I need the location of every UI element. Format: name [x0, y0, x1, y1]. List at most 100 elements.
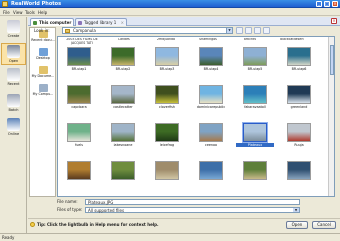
thumbnail-caption: lakesnoane: [113, 143, 133, 147]
thumbnail-caption: fuels: [75, 143, 83, 147]
photo-thumbnail: [243, 85, 267, 104]
place-computer[interactable]: My Compu...: [31, 84, 55, 100]
thumbnail-item[interactable]: greenland: [280, 85, 318, 124]
tab-bar: This computer Tagged library 1 × ×: [28, 17, 340, 26]
nav-batch[interactable]: Batch: [1, 93, 26, 115]
thumbnail-item[interactable]: Ruuja: [280, 123, 318, 162]
cancel-button[interactable]: Cancel: [312, 221, 336, 229]
photo-thumbnail: [67, 85, 91, 104]
nav-label: Batch: [8, 108, 19, 112]
photo-thumbnail: [199, 161, 223, 180]
file-type-label: Files of type:: [57, 207, 83, 212]
photo-thumbnail: [111, 123, 135, 142]
nav-recent[interactable]: Recent: [1, 67, 26, 89]
create-icon: [7, 20, 20, 33]
nav-online[interactable]: Online: [1, 117, 26, 139]
thumbnail-item[interactable]: leicefrog: [148, 123, 186, 162]
photo-thumbnail: [287, 161, 311, 180]
thumbnail-item[interactable]: BR-uiap2: [104, 47, 142, 86]
thumbnail-item[interactable]: BR-uiap5: [236, 47, 274, 86]
thumbnail-caption: greenland: [290, 105, 308, 109]
thumbnail-item[interactable]: [60, 161, 98, 196]
lightbulb-icon[interactable]: [30, 222, 35, 227]
folder-label[interactable]: Sflamingos: [188, 38, 228, 42]
thumbnail-caption: castlecatter: [113, 105, 133, 109]
up-folder-button[interactable]: [245, 27, 252, 34]
thumbnail-item[interactable]: [104, 161, 142, 196]
look-in-label: Look in:: [34, 28, 50, 33]
menu-bar: File View Tools Help: [0, 9, 340, 16]
folder-label[interactable]: blackcatdesert: [272, 38, 312, 42]
chevron-down-icon[interactable]: ▼: [226, 28, 232, 33]
thumbnail-item[interactable]: [148, 161, 186, 196]
place-documents[interactable]: My Docume...: [31, 66, 55, 82]
maximize-button[interactable]: □: [324, 1, 330, 7]
photo-thumbnail: [199, 85, 223, 104]
file-name-input[interactable]: Plateaux.JPG: [85, 199, 300, 205]
thumbnail-item[interactable]: dominicarepublic: [192, 85, 230, 124]
thumbnail-caption: fakaravaatoll: [244, 105, 266, 109]
thumbnail-item[interactable]: fuels: [60, 123, 98, 162]
thumbnail-item[interactable]: [236, 161, 274, 196]
photo-thumbnail: [287, 85, 311, 104]
folder-label[interactable]: 2003 DES FILMS DE JACQUES TATI: [62, 38, 102, 45]
globe-icon: [7, 118, 20, 131]
thumbnail-item[interactable]: fakaravaatoll: [236, 85, 274, 124]
nav-label: Open: [8, 59, 19, 63]
scrollbar-thumb[interactable]: [330, 45, 334, 75]
place-desktop[interactable]: Desktop: [31, 48, 55, 64]
title-bar: RealWorld Photos _ □ ×: [0, 0, 340, 8]
thumbnail-item[interactable]: Plateaux: [236, 122, 274, 162]
vertical-scrollbar[interactable]: [328, 37, 334, 196]
nav-create[interactable]: Create: [1, 19, 26, 41]
left-navigation: Create Open Recent Batch Online: [0, 17, 27, 233]
thumbnail-item[interactable]: ceenoo: [192, 123, 230, 162]
close-tab-icon[interactable]: ×: [121, 20, 124, 25]
thumbnail-item[interactable]: BR-uiap4: [192, 47, 230, 86]
thumbnail-item[interactable]: [280, 161, 318, 196]
thumbnail-item[interactable]: [192, 161, 230, 196]
folder-label[interactable]: 2mdjuanda: [146, 38, 186, 42]
thumbnail-item[interactable]: castlecatter: [104, 85, 142, 124]
status-text: Ready: [2, 235, 15, 240]
photo-thumbnail: [111, 161, 135, 180]
view-menu-button[interactable]: [263, 27, 270, 34]
back-button[interactable]: [236, 27, 243, 34]
menu-tools[interactable]: Tools: [25, 10, 35, 15]
file-type-dropdown[interactable]: All supported files ▼: [85, 207, 300, 213]
thumbnail-item[interactable]: capcbara: [60, 85, 98, 124]
chevron-down-icon[interactable]: ▼: [293, 208, 299, 212]
thumbnail-caption: BR-uiap3: [159, 67, 175, 71]
thumbnail-item[interactable]: BR-uiap3: [148, 47, 186, 86]
menu-file[interactable]: File: [3, 10, 10, 15]
folder-label[interactable]: Landes: [104, 38, 144, 42]
nav-open[interactable]: Open: [1, 43, 26, 65]
thumbnail-caption: BR-uiap4: [203, 67, 219, 71]
nav-label: Create: [7, 34, 20, 38]
thumbnail-item[interactable]: BR-uiap6: [280, 47, 318, 86]
thumbnail-item[interactable]: BR-uiap1: [60, 47, 98, 86]
look-in-dropdown[interactable]: Campanula ▼: [62, 27, 233, 34]
thumbnail-item[interactable]: lakesnoane: [104, 123, 142, 162]
computer-icon: [38, 84, 48, 92]
file-name-label: File name:: [57, 199, 78, 204]
place-label: Desktop: [36, 56, 50, 60]
window-title: RealWorld Photos: [11, 1, 62, 7]
close-button[interactable]: ×: [332, 1, 338, 7]
new-folder-button[interactable]: [254, 27, 261, 34]
open-button[interactable]: Open: [286, 221, 308, 229]
tab-this-computer[interactable]: This computer: [30, 18, 74, 26]
close-panel-button[interactable]: ×: [331, 18, 337, 24]
photo-thumbnail: [199, 47, 223, 66]
thumbnail-item[interactable]: cloverfish: [148, 85, 186, 124]
thumbnail-caption: dominicarepublic: [196, 105, 226, 109]
tab-tagged-library[interactable]: Tagged library 1 ×: [75, 18, 127, 26]
menu-view[interactable]: View: [13, 10, 23, 15]
computer-icon: [33, 21, 37, 25]
thumbnail-caption: BR-uiap5: [247, 67, 263, 71]
place-label: My Docume...: [31, 74, 55, 78]
minimize-button[interactable]: _: [316, 1, 322, 7]
folder-label[interactable]: artichtv: [230, 38, 270, 42]
look-in-row: Look in: Campanula ▼: [34, 27, 340, 35]
menu-help[interactable]: Help: [38, 10, 47, 15]
